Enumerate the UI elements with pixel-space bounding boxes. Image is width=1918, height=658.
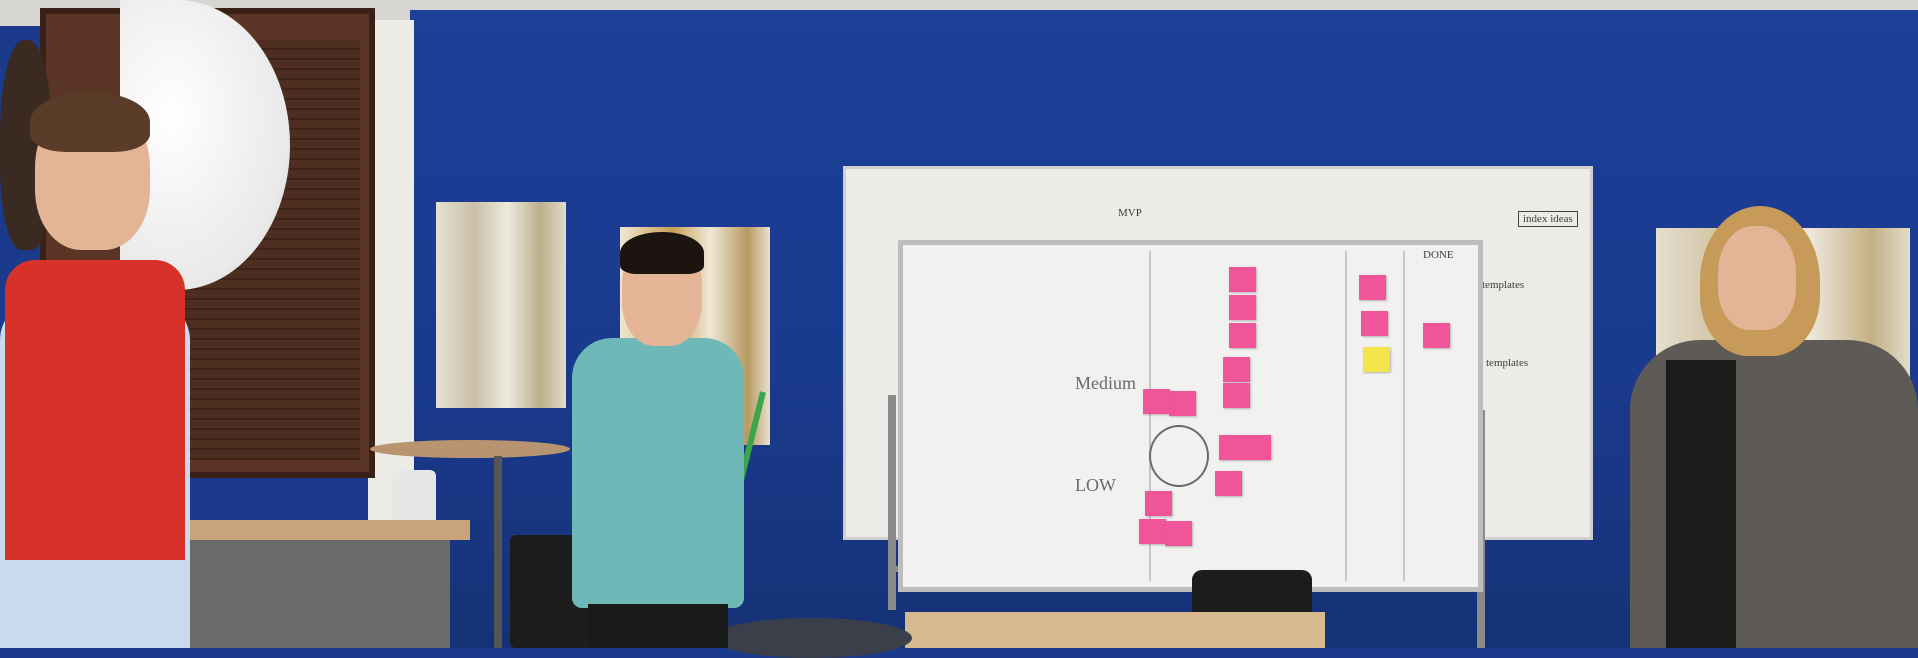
- person-red-shirt: [5, 260, 185, 560]
- sticky-note-pink: [1169, 391, 1196, 416]
- front-whiteboard: Medium LOW DONE: [898, 240, 1483, 592]
- board-note-index-ideas: index ideas: [1518, 211, 1578, 227]
- sticky-note-pink: [1145, 491, 1172, 516]
- board-column-divider: [1345, 251, 1347, 581]
- board-note-low: LOW: [1075, 475, 1116, 495]
- sticky-note-pink: [1229, 323, 1256, 348]
- board-note-mvp: MVP: [1118, 207, 1142, 219]
- table-leg: [494, 456, 502, 648]
- sticky-note-pink: [1361, 311, 1388, 336]
- board-note-templates-1: templates: [1482, 279, 1525, 291]
- desk-top: [180, 520, 470, 540]
- sticky-note-pink: [1223, 383, 1250, 408]
- sticky-note-pink: [1229, 295, 1256, 320]
- person-teal-shirt-hair: [620, 232, 704, 274]
- board-column-divider: [1403, 251, 1405, 581]
- sticky-note-pink: [1223, 357, 1250, 382]
- sticky-note-pink: [1219, 435, 1271, 460]
- desk-body: [180, 540, 450, 648]
- sticky-note-pink: [1423, 323, 1450, 348]
- sticky-note-pink: [1143, 389, 1170, 414]
- board-note-done: DONE: [1423, 249, 1454, 261]
- meeting-table: [905, 612, 1325, 648]
- round-stool: [712, 618, 912, 658]
- person-gray-cardigan-face: [1718, 226, 1796, 330]
- abstract-painting-left: [436, 202, 566, 408]
- sticky-note-pink: [1215, 471, 1242, 496]
- sticky-note-pink: [1165, 521, 1192, 546]
- round-high-table: [370, 440, 570, 458]
- board-note-templates-2: templates: [1486, 357, 1529, 369]
- whiteboard-stand-left: [888, 395, 896, 610]
- person-red-shirt-hair: [30, 92, 150, 152]
- board-note-medium: Medium: [1075, 373, 1136, 393]
- person-teal-shirt: [572, 338, 744, 608]
- sticky-note-pink: [1229, 267, 1256, 292]
- person-teal-shirt-legs: [588, 604, 728, 648]
- cloud-drawing: [1149, 425, 1209, 487]
- sticky-note-yellow: [1363, 347, 1390, 372]
- person-gray-cardigan-top: [1666, 360, 1736, 648]
- sticky-note-pink: [1139, 519, 1166, 544]
- sticky-note-pink: [1359, 275, 1386, 300]
